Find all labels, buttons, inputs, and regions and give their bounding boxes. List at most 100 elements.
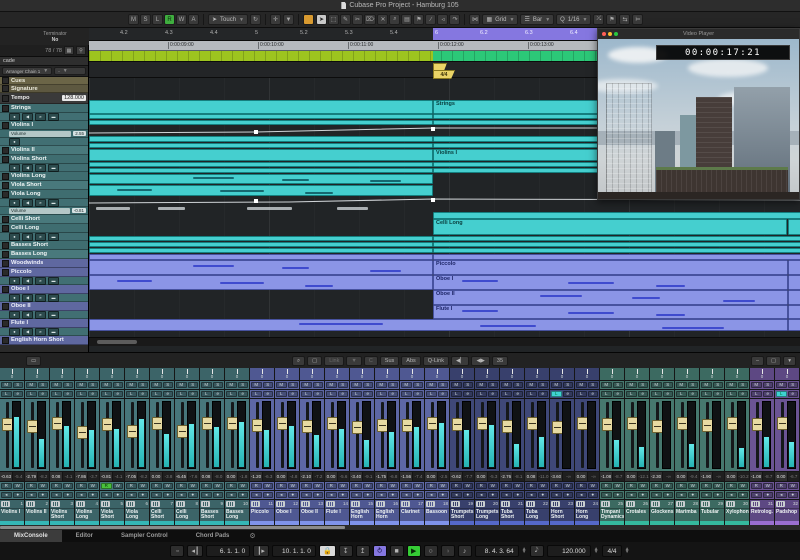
fader-db-value[interactable]: -1.08	[600, 472, 613, 481]
track-row[interactable]: Violins Long	[0, 172, 88, 181]
midi-event[interactable]	[89, 149, 433, 161]
pan-control[interactable]: 0	[275, 368, 299, 381]
midi-event[interactable]: Celli Long	[433, 219, 787, 235]
track-row[interactable]: Violins II	[0, 146, 88, 155]
edit-channel-button[interactable]: e	[488, 391, 499, 397]
record-enable-button[interactable]: ●	[438, 492, 449, 498]
read-automation-button[interactable]: R	[626, 483, 637, 489]
pan-control[interactable]: 0	[75, 368, 99, 381]
record-enable-button[interactable]: ●	[9, 233, 20, 241]
solo-button[interactable]: S	[613, 382, 624, 388]
solo-button[interactable]: S	[688, 382, 699, 388]
midi-event[interactable]	[433, 242, 800, 247]
solo-button[interactable]: S	[138, 382, 149, 388]
automation-mode-dropdown[interactable]: ➤ Touch▼	[208, 14, 248, 25]
video-player-window[interactable]: Video Player 00:00:17:21	[597, 28, 800, 200]
pan-control[interactable]: 0	[425, 368, 449, 381]
read-automation-button[interactable]: R	[676, 483, 687, 489]
mute-button[interactable]: M	[426, 382, 437, 388]
listen-button[interactable]: L	[726, 391, 737, 397]
edit-channel-button[interactable]: e	[38, 391, 49, 397]
monitor-button[interactable]: ◂	[751, 492, 762, 498]
listen-button[interactable]: L	[1, 391, 12, 397]
mute-button[interactable]: M	[51, 382, 62, 388]
write-automation-button[interactable]: W	[388, 483, 399, 489]
channel-name-box[interactable]: 27Glockens	[650, 500, 674, 525]
pan-control[interactable]: 0	[250, 368, 274, 381]
track-row[interactable]: Strings	[0, 104, 88, 113]
mute-button[interactable]: M	[651, 382, 662, 388]
punch-lock-icon[interactable]: 🔒	[319, 545, 336, 557]
arranger-alt-dropdown[interactable]: -▼	[54, 67, 86, 75]
write-automation-button[interactable]: W	[463, 483, 474, 489]
record-enable-button[interactable]: ●	[63, 492, 74, 498]
freeze-button[interactable]: ▬	[48, 113, 59, 121]
monitor-button[interactable]: ◂	[476, 492, 487, 498]
channel-name-box[interactable]: 2Violins II	[25, 500, 49, 525]
auto-scroll-dropdown[interactable]: ▼	[283, 14, 294, 25]
channel-name-box[interactable]: 32Padshop	[775, 500, 799, 525]
read-automation-button[interactable]: R	[701, 483, 712, 489]
automation-event[interactable]	[96, 207, 130, 210]
tempo-track-icon[interactable]: 𝅘𝅥𝅮	[530, 545, 544, 557]
pan-control[interactable]: 0	[200, 368, 224, 381]
channel-name-box[interactable]: 1Violins I	[0, 500, 24, 525]
monitor-button[interactable]: ◂	[1, 492, 12, 498]
fader-db-value[interactable]: 0.00	[275, 472, 288, 481]
snap-type-dropdown[interactable]: ▦ Grid▼	[482, 14, 518, 25]
record-enable-button[interactable]: ●	[388, 492, 399, 498]
mute-button[interactable]: M	[301, 382, 312, 388]
fader-db-value[interactable]: 0.00	[775, 472, 788, 481]
peak-value[interactable]: -∞	[588, 472, 599, 481]
monitor-dim-icon[interactable]: ◑	[441, 545, 455, 557]
video-title-bar[interactable]: Video Player	[598, 29, 799, 39]
record-enable-button[interactable]: ●	[588, 492, 599, 498]
solo-button[interactable]: S	[313, 382, 324, 388]
track-filter-icon[interactable]: ▦	[64, 46, 74, 55]
read-automation-button[interactable]: R	[451, 483, 462, 489]
listen-button[interactable]: L	[326, 391, 337, 397]
edit-channel-button[interactable]: e	[763, 391, 774, 397]
freeze-button[interactable]: ▬	[48, 233, 59, 241]
listen-button[interactable]: L	[76, 391, 87, 397]
peak-value[interactable]: -5.6	[338, 472, 349, 481]
monitor-button[interactable]: ◂	[451, 492, 462, 498]
peak-value[interactable]: -8.2	[38, 472, 49, 481]
pan-control[interactable]: 0	[575, 368, 599, 381]
edit-channel-button[interactable]: e	[713, 391, 724, 397]
record-enable-button[interactable]: ●	[9, 113, 20, 121]
write-automation-button[interactable]: W	[13, 483, 24, 489]
listen-button[interactable]: L	[51, 391, 62, 397]
fader-db-value[interactable]: 0.00	[475, 472, 488, 481]
listen-button[interactable]: L	[601, 391, 612, 397]
midi-event[interactable]	[788, 319, 800, 331]
record-enable-button[interactable]: ●	[463, 492, 474, 498]
record-enable-button[interactable]: ●	[288, 492, 299, 498]
read-automation-button[interactable]: R	[751, 483, 762, 489]
write-automation-button[interactable]: W	[638, 483, 649, 489]
automation-l-button[interactable]: L	[152, 14, 163, 25]
peak-value[interactable]: -5.4	[13, 472, 24, 481]
pan-control[interactable]: 0	[350, 368, 374, 381]
monitor-button[interactable]: ◂	[376, 492, 387, 498]
channel-name-box[interactable]: 21Tuba Short	[500, 500, 524, 525]
timewarp-tool[interactable]: ⚑	[413, 14, 424, 25]
quantize-panel-button[interactable]: ⚑	[606, 14, 617, 25]
object-select-tool[interactable]: ➤	[316, 14, 327, 25]
fader-db-value[interactable]: -6.45	[175, 472, 188, 481]
write-automation-button[interactable]: W	[588, 483, 599, 489]
peak-value[interactable]: -7.4	[413, 472, 424, 481]
edit-channel-button[interactable]: e	[63, 391, 74, 397]
listen-button[interactable]: L	[501, 391, 512, 397]
record-enable-button[interactable]: ●	[13, 492, 24, 498]
pan-control[interactable]: 0	[0, 368, 24, 381]
edit-channel-button[interactable]: e	[438, 391, 449, 397]
peak-value[interactable]: -10.2	[738, 472, 749, 481]
write-automation-button[interactable]: W	[713, 483, 724, 489]
solo-button[interactable]: S	[163, 382, 174, 388]
listen-button[interactable]: L	[651, 391, 662, 397]
listen-button[interactable]: L	[226, 391, 237, 397]
track-row[interactable]: Flute I	[0, 319, 88, 328]
tab-editor[interactable]: Editor	[62, 530, 107, 542]
monitor-button[interactable]: ◂	[701, 492, 712, 498]
